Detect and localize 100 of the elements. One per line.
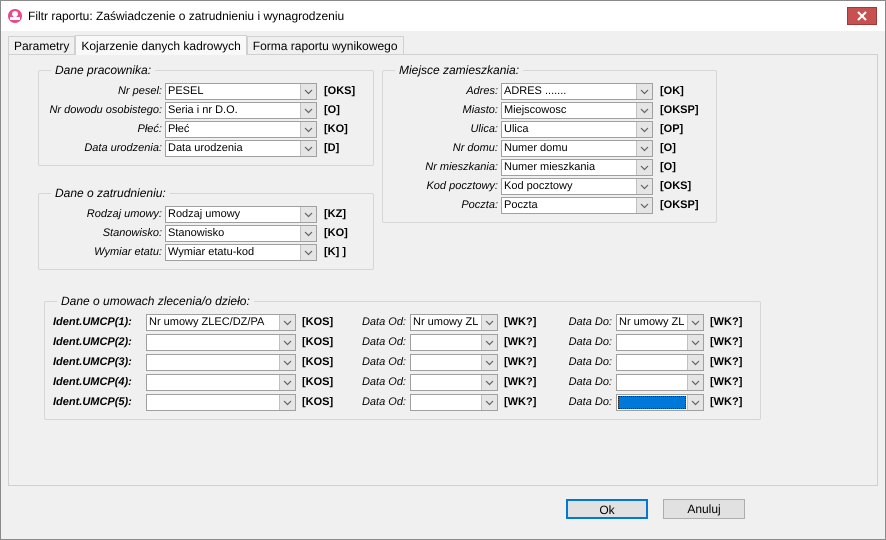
chevron-down-icon xyxy=(691,340,700,346)
chevron-down-icon xyxy=(640,146,649,152)
chevron-down-icon xyxy=(640,184,649,190)
field-label: Data Od: xyxy=(360,315,407,330)
chevron-down-icon xyxy=(304,212,313,218)
field-code: [OKS] xyxy=(324,84,356,100)
dropdown[interactable]: Rodzaj umowy xyxy=(165,206,317,223)
field-label: Data Do: xyxy=(568,315,613,330)
dialog-button[interactable]: Ok xyxy=(566,499,648,519)
field-code: [WK?] xyxy=(710,315,744,330)
chevron-down-icon xyxy=(485,380,494,386)
dropdown[interactable]: Poczta xyxy=(501,197,653,214)
field-code: [WK?] xyxy=(710,355,744,370)
field-code: [KO] xyxy=(324,122,348,138)
chevron-down-icon xyxy=(640,126,649,132)
dropdown[interactable]: PESEL xyxy=(165,83,317,100)
group-title: Dane pracownika: xyxy=(54,62,152,79)
field-label: Data Do: xyxy=(568,335,613,350)
chevron-down-icon xyxy=(485,360,494,366)
chevron-down-icon xyxy=(485,400,494,406)
field-code: [WK?] xyxy=(504,315,538,330)
dropdown[interactable]: ADRES ....... xyxy=(501,83,653,100)
dropdown[interactable]: Nr umowy ZLEC/DZ/PA xyxy=(146,314,296,331)
field-code: [KOS] xyxy=(302,355,334,370)
dropdown[interactable]: Numer domu xyxy=(501,140,653,157)
field-label: Data Od: xyxy=(360,375,407,390)
field-code: [WK?] xyxy=(504,375,538,390)
tab[interactable]: Kojarzenie danych kadrowych xyxy=(75,35,247,55)
chevron-down-icon xyxy=(283,400,292,406)
field-code: [OP] xyxy=(660,122,684,138)
field-code: [WK?] xyxy=(504,355,538,370)
field-label: Data Do: xyxy=(568,395,613,410)
field-code: [O] xyxy=(324,103,340,118)
chevron-down-icon xyxy=(283,320,292,326)
dropdown[interactable] xyxy=(616,394,704,411)
dropdown[interactable]: Nr umowy ZL xyxy=(616,314,704,331)
dropdown[interactable]: Wymiar etatu-kod xyxy=(165,244,317,261)
field-label: Nr domu: xyxy=(452,141,499,156)
dialog-button[interactable]: Anuluj xyxy=(663,499,745,519)
field-code: [WK?] xyxy=(710,375,744,390)
field-label: Ulica: xyxy=(469,122,499,138)
dropdown[interactable]: Miejscowosc xyxy=(501,102,653,119)
chevron-down-icon xyxy=(691,380,700,386)
dropdown[interactable]: Nr umowy ZL xyxy=(410,314,498,331)
field-label: Poczta: xyxy=(460,198,499,214)
field-code: [OKS] xyxy=(660,179,692,194)
field-label: Rodzaj umowy: xyxy=(86,207,163,222)
chevron-down-icon xyxy=(304,88,313,94)
group-title: Dane o umowach zlecenia/o dzieło: xyxy=(60,293,251,310)
field-code: [OK] xyxy=(660,84,684,100)
dropdown[interactable]: Stanowisko xyxy=(165,225,317,242)
dropdown[interactable]: Numer mieszkania xyxy=(501,159,653,176)
field-label: Stanowisko: xyxy=(102,226,163,242)
field-code: [OKSP] xyxy=(660,103,698,118)
field-label: Data Do: xyxy=(568,375,613,390)
chevron-down-icon xyxy=(283,360,292,366)
field-label: Nr mieszkania: xyxy=(424,160,499,176)
field-code: [O] xyxy=(660,160,676,176)
close-icon xyxy=(857,11,867,21)
field-code: [WK?] xyxy=(504,395,538,410)
chevron-down-icon xyxy=(691,400,700,406)
chevron-down-icon xyxy=(691,360,700,366)
close-button[interactable] xyxy=(847,7,877,25)
chevron-down-icon xyxy=(304,250,313,256)
field-code: [KOS] xyxy=(302,395,334,410)
field-code: [OKSP] xyxy=(660,198,698,214)
field-code: [WK?] xyxy=(710,335,744,350)
app-icon xyxy=(7,8,23,24)
field-label: Wymiar etatu: xyxy=(93,245,163,260)
chevron-down-icon xyxy=(304,126,313,132)
field-code: [D] xyxy=(324,141,340,156)
chevron-down-icon xyxy=(691,320,700,326)
field-label: Ident.UMCP(1): xyxy=(53,315,133,330)
chevron-down-icon xyxy=(640,88,649,94)
dropdown[interactable]: Płeć xyxy=(165,121,317,138)
field-code: [KZ] xyxy=(324,207,346,222)
field-label: Data Od: xyxy=(360,355,407,370)
field-code: [O] xyxy=(660,141,676,156)
field-code: [WK?] xyxy=(710,395,744,410)
chevron-down-icon xyxy=(283,340,292,346)
dropdown[interactable]: Kod pocztowy xyxy=(501,178,653,195)
field-label: Płeć: xyxy=(136,122,163,138)
chevron-down-icon xyxy=(485,340,494,346)
field-label: Data urodzenia: xyxy=(83,141,163,156)
field-label: Miasto: xyxy=(462,103,499,118)
field-code: [WK?] xyxy=(504,335,538,350)
tab[interactable]: Forma raportu wynikowego xyxy=(246,36,404,54)
dropdown[interactable]: Ulica xyxy=(501,121,653,138)
field-label: Data Od: xyxy=(360,395,407,410)
field-label: Nr dowodu osobistego: xyxy=(48,103,163,118)
field-label: Ident.UMCP(3): xyxy=(53,355,133,370)
field-label: Ident.UMCP(2): xyxy=(53,335,133,350)
field-label: Data Od: xyxy=(360,335,407,350)
field-code: [KO] xyxy=(324,226,348,242)
chevron-down-icon xyxy=(304,146,313,152)
field-label: Ident.UMCP(5): xyxy=(53,395,133,410)
tab[interactable]: Parametry xyxy=(8,36,76,54)
dropdown[interactable]: Data urodzenia xyxy=(165,140,317,157)
chevron-down-icon xyxy=(304,108,313,114)
dropdown[interactable]: Seria i nr D.O. xyxy=(165,102,317,119)
